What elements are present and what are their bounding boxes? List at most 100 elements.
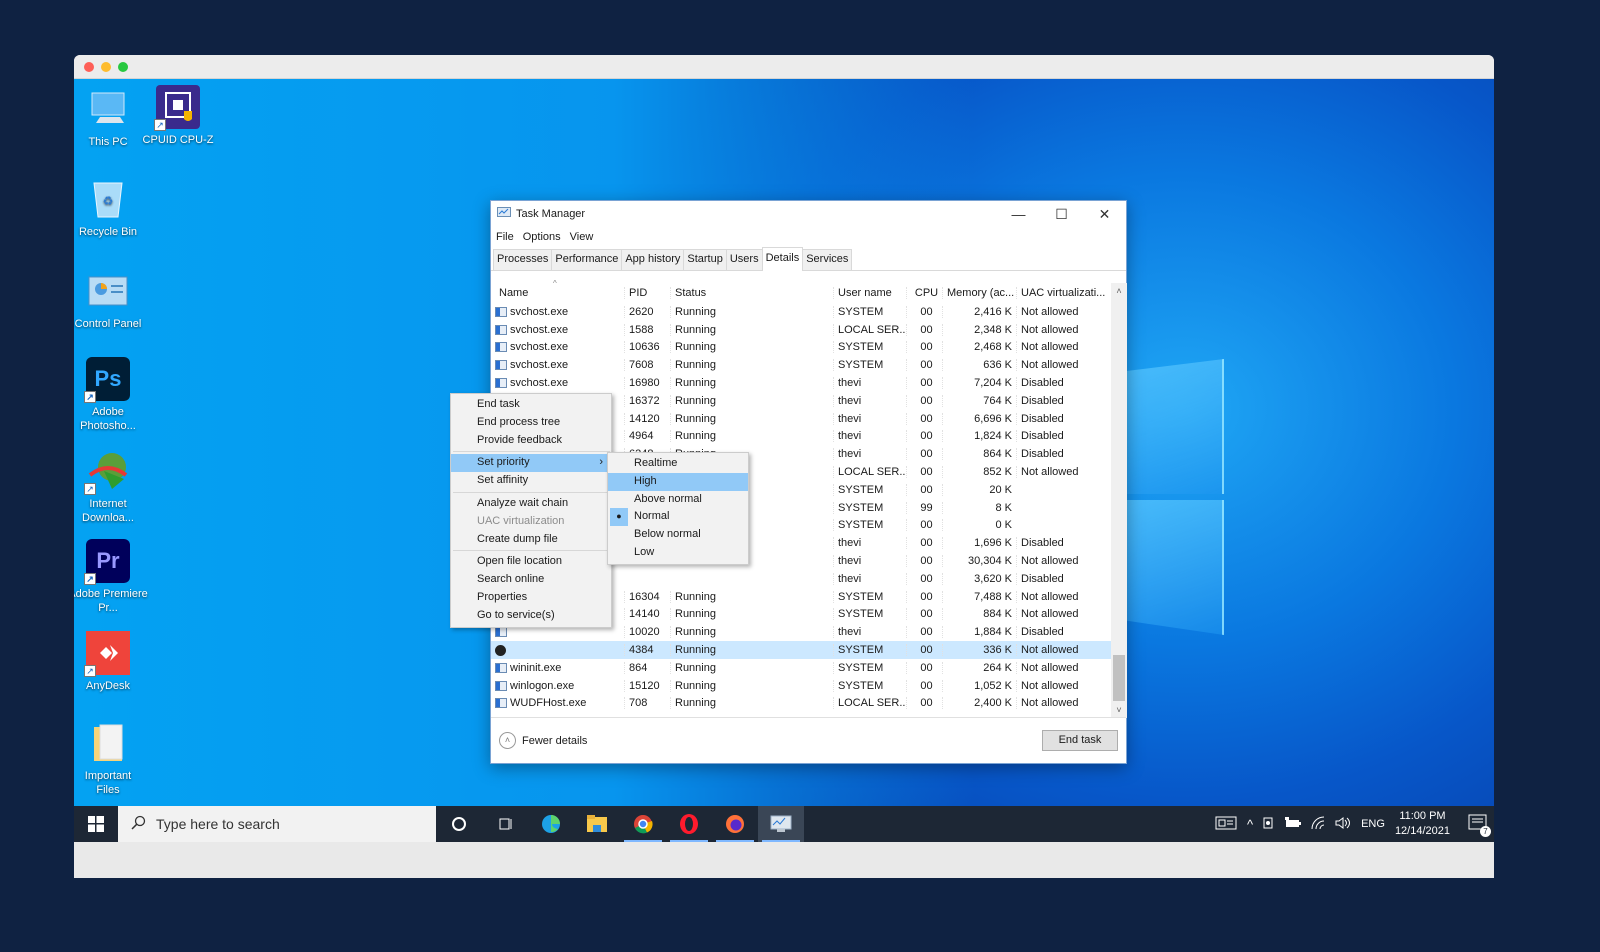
- process-status: Running: [670, 644, 833, 657]
- tab-startup[interactable]: Startup: [683, 249, 727, 270]
- context-menu-item-end-task[interactable]: End task: [451, 396, 611, 414]
- wifi-icon[interactable]: [1311, 816, 1325, 833]
- desktop-icon-cpuz[interactable]: ↗ CPUID CPU-Z: [138, 85, 218, 147]
- scrollbar-thumb[interactable]: [1113, 655, 1125, 701]
- tab-services[interactable]: Services: [802, 249, 853, 270]
- col-status[interactable]: Status: [670, 287, 833, 299]
- firefox-icon[interactable]: [712, 806, 758, 842]
- tab-details[interactable]: Details: [761, 247, 804, 271]
- context-menu-item-end-process-tree[interactable]: End process tree: [451, 414, 611, 432]
- table-row[interactable]: winlogon.exe 15120 Running SYSTEM 00 1,052 KN…: [491, 677, 1127, 695]
- edge-icon[interactable]: [528, 806, 574, 842]
- context-menu-item-go-to-service-s[interactable]: Go to service(s): [451, 607, 611, 625]
- desktop-icon-anydesk[interactable]: ↗ AnyDesk: [74, 631, 148, 693]
- process-memory: 6,696 K: [942, 412, 1016, 425]
- scroll-down-icon[interactable]: ˅: [1111, 702, 1127, 718]
- desktop-icon-control-panel[interactable]: Control Panel: [74, 269, 148, 331]
- table-row[interactable]: svchost.exe 2620 Running SYSTEM 00 2,416 K Not…: [491, 303, 1127, 321]
- context-menu-item-analyze-wait-chain[interactable]: Analyze wait chain: [451, 495, 611, 513]
- table-row[interactable]: svchost.exe 10636 Running SYSTEM 00 2,468 K No…: [491, 339, 1127, 357]
- table-row[interactable]: svchost.exe 7608 Running SYSTEM 00 636 K Not a…: [491, 356, 1127, 374]
- col-pid[interactable]: PID: [624, 287, 670, 299]
- desktop-icon-photoshop[interactable]: Ps ↗ Adobe Photosho...: [74, 357, 148, 433]
- taskbar-search-box[interactable]: Type here to search: [118, 806, 436, 842]
- opera-icon[interactable]: [666, 806, 712, 842]
- clock[interactable]: 11:00 PM 12/14/2021: [1395, 809, 1450, 839]
- process-icon: [495, 378, 507, 389]
- process-memory: 852 K: [942, 466, 1016, 479]
- menu-separator: [453, 550, 610, 552]
- meet-now-icon[interactable]: [1263, 816, 1275, 833]
- cortana-icon[interactable]: [436, 806, 482, 842]
- desktop-icon-premiere[interactable]: Pr ↗ Adobe Premiere Pr...: [74, 539, 148, 615]
- tab-app-history[interactable]: App history: [621, 249, 685, 270]
- zoom-dot[interactable]: [118, 61, 128, 72]
- context-menu-item-create-dump-file[interactable]: Create dump file: [451, 531, 611, 549]
- close-button[interactable]: ✕: [1083, 206, 1126, 223]
- process-status: Running: [670, 305, 833, 318]
- scroll-up-icon[interactable]: ˄: [1111, 283, 1127, 299]
- news-widget-icon[interactable]: [1215, 815, 1237, 834]
- maximize-button[interactable]: ☐: [1040, 206, 1083, 223]
- context-menu-item-set-priority[interactable]: Set priority ›: [451, 454, 611, 473]
- minimize-dot[interactable]: [101, 61, 111, 72]
- start-button[interactable]: [74, 806, 118, 842]
- context-menu-item-provide-feedback[interactable]: Provide feedback: [451, 432, 611, 450]
- battery-icon[interactable]: [1285, 816, 1302, 832]
- volume-icon[interactable]: [1335, 816, 1351, 833]
- minimize-button[interactable]: —: [997, 206, 1040, 223]
- fewer-details-button[interactable]: ˄ Fewer details: [499, 732, 587, 749]
- process-status: Running: [670, 323, 833, 336]
- tab-users[interactable]: Users: [725, 249, 763, 270]
- context-menu-item-properties[interactable]: Properties: [451, 589, 611, 607]
- vertical-scrollbar[interactable]: ˄ ˅: [1111, 283, 1127, 718]
- process-cpu: 00: [906, 448, 942, 461]
- table-row[interactable]: svchost.exe 16980 Running thevi 00 7,204 K Dis…: [491, 374, 1127, 392]
- language-indicator[interactable]: ENG: [1361, 818, 1385, 830]
- process-user: thevi: [833, 572, 906, 585]
- col-user-name[interactable]: User name: [833, 287, 906, 299]
- task-view-icon[interactable]: [482, 806, 528, 842]
- end-task-button[interactable]: End task: [1042, 730, 1118, 751]
- desktop-icon-important-files[interactable]: Important Files: [74, 721, 148, 797]
- footer: ˄ Fewer details End task: [491, 717, 1126, 763]
- process-memory: 20 K: [942, 483, 1016, 496]
- priority-item-low[interactable]: Low: [608, 544, 748, 562]
- task-manager-taskbar-icon[interactable]: [758, 806, 804, 842]
- priority-item-normal[interactable]: ● Normal: [608, 508, 748, 527]
- tab-processes[interactable]: Processes: [493, 249, 553, 270]
- priority-item-realtime[interactable]: Realtime: [608, 455, 748, 473]
- col-uac[interactable]: UAC virtualizati...: [1016, 287, 1108, 299]
- desktop-icon-idm[interactable]: ↗ Internet Downloa...: [74, 449, 148, 525]
- chevron-up-tray-icon[interactable]: ^: [1247, 817, 1253, 832]
- col-name[interactable]: Name: [491, 287, 624, 299]
- col-memory[interactable]: Memory (ac...: [942, 287, 1016, 299]
- search-icon: [130, 815, 146, 834]
- close-dot[interactable]: [84, 61, 94, 72]
- tab-performance[interactable]: Performance: [551, 249, 623, 270]
- chrome-icon[interactable]: [620, 806, 666, 842]
- priority-item-high[interactable]: High: [608, 472, 748, 491]
- file-explorer-icon[interactable]: [574, 806, 620, 842]
- context-menu-item-search-online[interactable]: Search online: [451, 571, 611, 589]
- desktop-icon-recycle-bin[interactable]: ♻ Recycle Bin: [74, 177, 148, 239]
- table-row[interactable]: wininit.exe 864 Running SYSTEM 00 264 K Not al…: [491, 659, 1127, 677]
- context-menu-item-open-file-location[interactable]: Open file location: [451, 553, 611, 571]
- process-icon: [495, 306, 507, 317]
- idm-icon: ↗: [84, 449, 130, 495]
- menu-file[interactable]: File: [496, 231, 514, 243]
- desktop-icon-this-pc[interactable]: This PC: [74, 87, 148, 149]
- table-row[interactable]: WUDFHost.exe 708 Running LOCAL SER... 00 2,40…: [491, 695, 1127, 713]
- menu-view[interactable]: View: [570, 231, 594, 243]
- priority-item-below-normal[interactable]: Below normal: [608, 526, 748, 544]
- priority-item-above-normal[interactable]: Above normal: [608, 491, 748, 509]
- context-menu-item-set-affinity[interactable]: Set affinity: [451, 472, 611, 490]
- process-user: thevi: [833, 555, 906, 568]
- menu-options[interactable]: Options: [523, 231, 561, 243]
- process-cpu: 00: [906, 412, 942, 425]
- process-pid: 16372: [624, 394, 670, 407]
- table-row[interactable]: 4384 Running SYSTEM 00 336 K Not allowed: [491, 641, 1127, 659]
- table-row[interactable]: svchost.exe 1588 Running LOCAL SER... 00 2,34…: [491, 321, 1127, 339]
- notification-center-icon[interactable]: 7: [1468, 814, 1491, 837]
- col-cpu[interactable]: CPU: [906, 287, 942, 299]
